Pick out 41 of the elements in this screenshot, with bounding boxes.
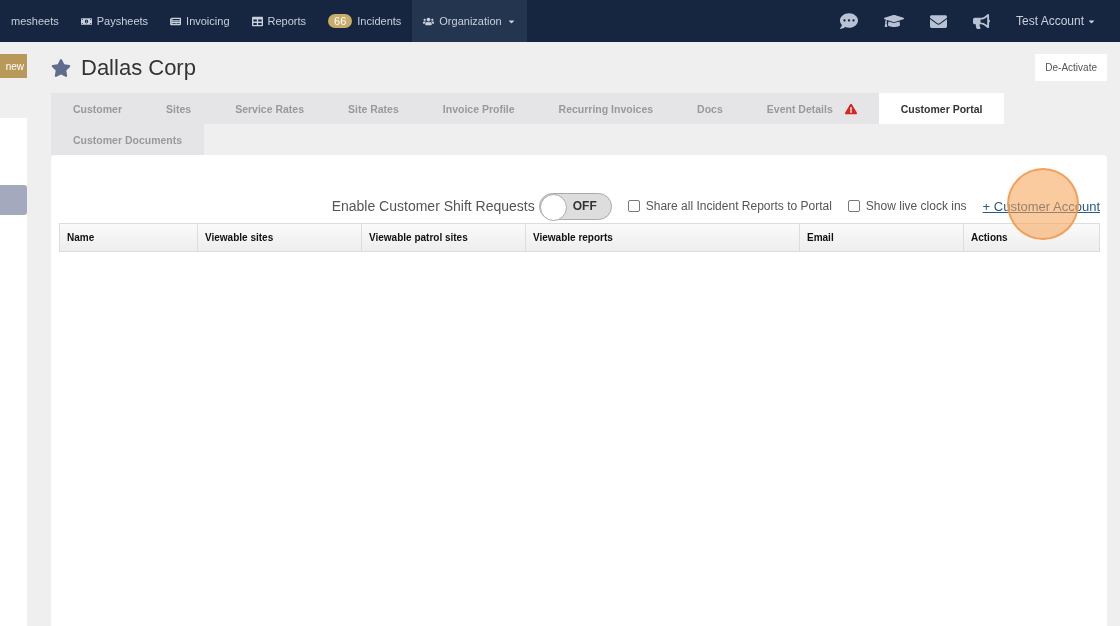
count-badge: 66 [328,14,353,28]
nav-item[interactable]: Reports [240,0,318,42]
checkbox-label: Show live clock ins [865,199,967,213]
tab[interactable]: Recurring Invoices [536,93,676,124]
megaphone-icon[interactable] [972,12,990,30]
page-title: Dallas Corp [81,54,196,81]
checkbox[interactable] [847,200,860,212]
column-header: Name [66,231,96,245]
table-icon [251,15,263,27]
tab[interactable]: Customer [51,93,144,124]
nav-item[interactable]: Organization [412,0,527,42]
new-button[interactable]: new [0,54,27,78]
nav-item[interactable]: mesheets [0,0,70,42]
deactivate-button[interactable]: De-Activate [1035,54,1107,81]
nav-item[interactable]: Invoicing [159,0,241,42]
mail-icon[interactable] [929,12,947,30]
tab[interactable]: Service Rates [213,93,326,124]
tab[interactable]: Event Details [744,93,879,124]
tab[interactable]: Customer Portal [878,93,1005,124]
tab[interactable]: Docs [675,93,745,124]
toggle-switch[interactable]: OFF [538,192,612,220]
checkbox-label: Share all Incident Reports to Portal [645,199,832,213]
column-header: Email [799,224,963,251]
nav-item[interactable]: Paysheets [69,0,160,42]
tab[interactable]: Customer Documents [51,124,205,155]
checkbox[interactable] [627,200,640,212]
newspaper-icon [170,15,182,27]
column-header: Actions [963,224,1099,251]
account-menu[interactable]: Test Account [1015,14,1096,28]
tab[interactable]: Invoice Profile [420,93,537,124]
column-header: Viewable sites [197,224,361,251]
star-icon[interactable] [51,57,71,78]
tab[interactable]: Site Rates [326,93,421,124]
nav-item[interactable]: 66 Incidents [317,0,413,42]
chat-icon[interactable] [839,12,858,30]
column-header: Viewable patrol sites [361,224,525,251]
banknote-icon [80,15,92,27]
users-icon [423,15,435,27]
toggle-label: Enable Customer Shift Requests [331,198,535,214]
tab[interactable]: Sites [144,93,214,124]
column-header: Viewable reports [525,224,799,251]
